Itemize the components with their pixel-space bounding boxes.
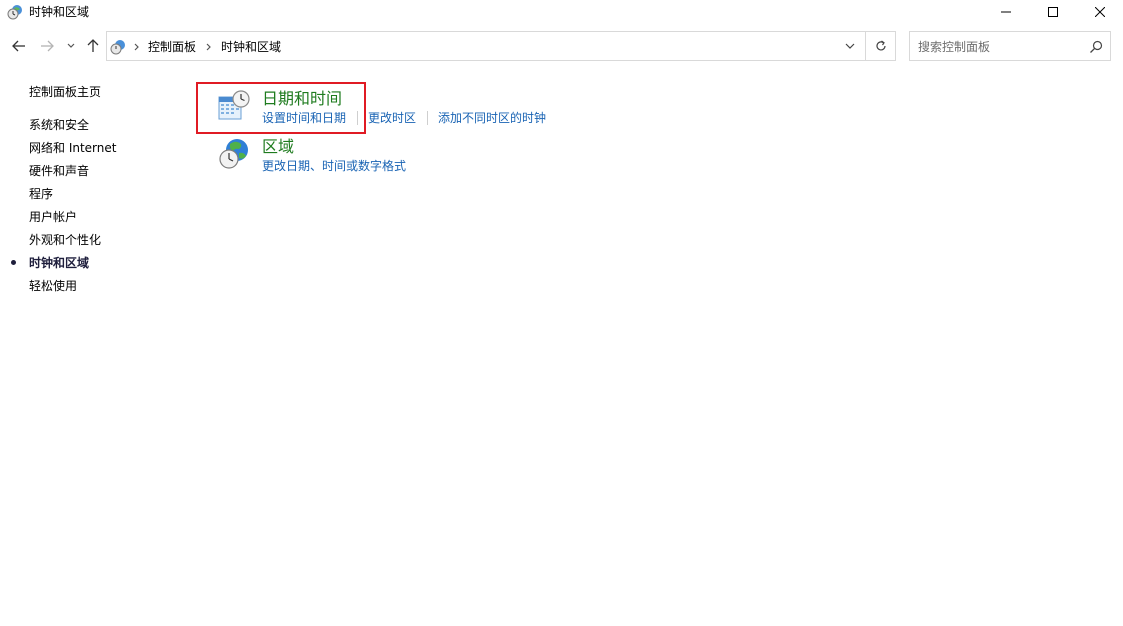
globe-clock-icon[interactable] bbox=[216, 136, 252, 172]
breadcrumb-clock-region[interactable]: 时钟和区域 bbox=[221, 39, 281, 55]
clock-globe-icon bbox=[7, 4, 23, 20]
chevron-down-icon bbox=[67, 43, 75, 48]
breadcrumb-chevron-icon[interactable] bbox=[204, 39, 214, 55]
link-divider bbox=[357, 111, 358, 125]
chevron-down-icon bbox=[845, 43, 855, 49]
sidebar-item-programs[interactable]: 程序 bbox=[29, 186, 53, 202]
back-button[interactable] bbox=[8, 36, 30, 56]
address-bar[interactable]: 控制面板 时钟和区域 bbox=[106, 31, 896, 61]
breadcrumb-control-panel[interactable]: 控制面板 bbox=[148, 39, 196, 55]
close-icon bbox=[1095, 7, 1105, 17]
refresh-icon bbox=[875, 40, 886, 51]
calendar-clock-icon[interactable] bbox=[216, 88, 252, 124]
recent-locations-button[interactable] bbox=[64, 36, 78, 56]
category-title-date-time[interactable]: 日期和时间 bbox=[262, 89, 342, 109]
link-set-time-date[interactable]: 设置时间和日期 bbox=[262, 110, 346, 126]
breadcrumb-chevron-icon[interactable] bbox=[132, 39, 142, 55]
maximize-button[interactable] bbox=[1030, 0, 1076, 24]
search-icon[interactable] bbox=[1088, 39, 1104, 55]
title-bar: 时钟和区域 bbox=[0, 0, 1123, 24]
address-dropdown-button[interactable] bbox=[835, 32, 865, 60]
link-add-clocks[interactable]: 添加不同时区的时钟 bbox=[438, 110, 546, 126]
navigation-bar: 控制面板 时钟和区域 bbox=[0, 30, 1123, 62]
active-bullet-icon bbox=[11, 260, 16, 265]
sidebar-item-ease-of-access[interactable]: 轻松使用 bbox=[29, 278, 77, 294]
search-box[interactable] bbox=[909, 31, 1111, 61]
window-title: 时钟和区域 bbox=[29, 5, 90, 19]
sidebar-item-hardware-sound[interactable]: 硬件和声音 bbox=[29, 163, 89, 179]
close-button[interactable] bbox=[1077, 0, 1123, 24]
category-title-region[interactable]: 区域 bbox=[262, 137, 294, 157]
refresh-button[interactable] bbox=[866, 32, 895, 60]
search-input[interactable] bbox=[918, 38, 1078, 56]
up-button[interactable] bbox=[82, 36, 104, 56]
link-change-timezone[interactable]: 更改时区 bbox=[368, 110, 416, 126]
sidebar-item-user-accounts[interactable]: 用户帐户 bbox=[29, 209, 77, 225]
control-panel-icon bbox=[110, 39, 126, 55]
sidebar-item-clock-region[interactable]: 时钟和区域 bbox=[29, 255, 89, 271]
forward-button[interactable] bbox=[36, 36, 58, 56]
sidebar-item-network[interactable]: 网络和 Internet bbox=[29, 140, 116, 156]
maximize-icon bbox=[1048, 7, 1058, 17]
sidebar-item-system-security[interactable]: 系统和安全 bbox=[29, 117, 89, 133]
link-divider bbox=[427, 111, 428, 125]
sidebar-item-appearance[interactable]: 外观和个性化 bbox=[29, 232, 101, 248]
link-change-formats[interactable]: 更改日期、时间或数字格式 bbox=[262, 158, 406, 174]
arrow-left-icon bbox=[12, 40, 25, 52]
sidebar-item-home[interactable]: 控制面板主页 bbox=[29, 84, 101, 100]
minimize-button[interactable] bbox=[983, 0, 1029, 24]
minimize-icon bbox=[1001, 11, 1011, 13]
arrow-right-icon bbox=[41, 40, 54, 52]
arrow-up-icon bbox=[87, 39, 99, 52]
